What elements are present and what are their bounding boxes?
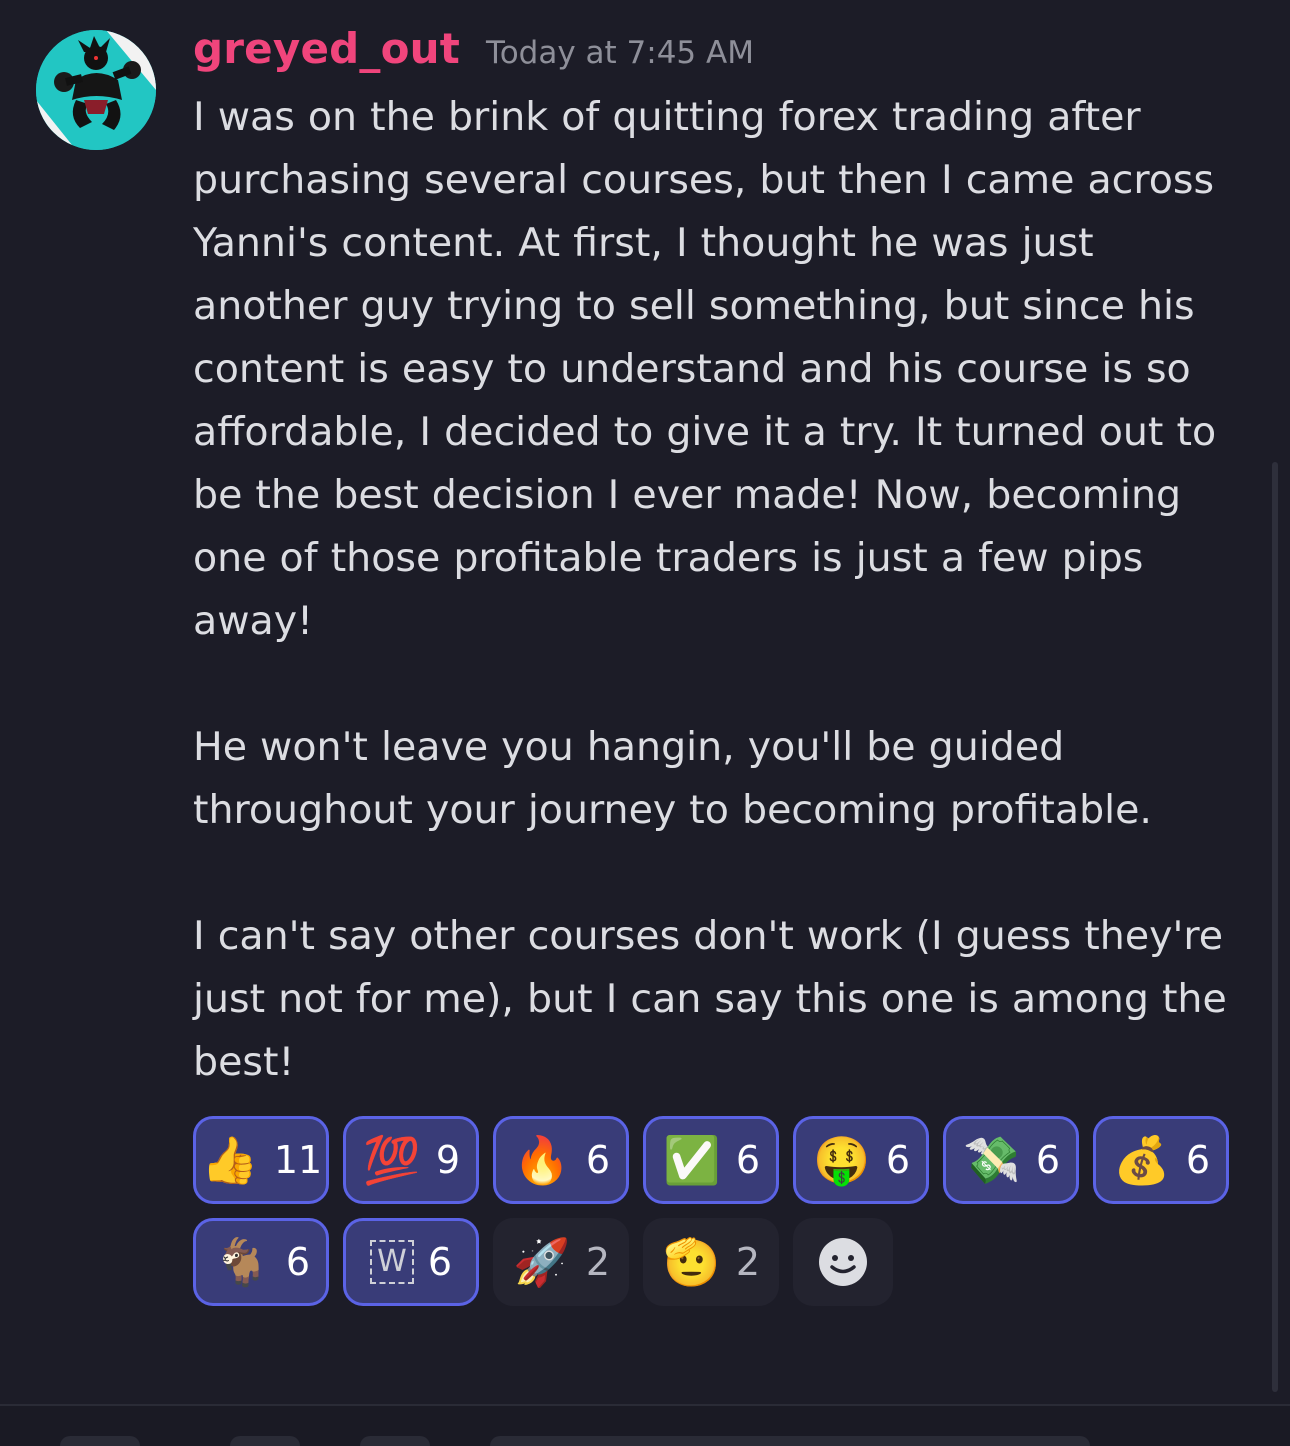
reaction-count: 6 [427, 1240, 453, 1284]
scrollbar[interactable] [1272, 462, 1278, 1392]
bottom-pill [230, 1436, 300, 1446]
message-paragraph-2: He won't leave you hangin, you'll be gui… [193, 724, 1152, 833]
money-mouth-face-icon: 🤑 [813, 1133, 871, 1187]
message-paragraph-1: I was on the brink of quitting forex tra… [193, 94, 1217, 644]
reaction-money-mouth-face[interactable]: 🤑 6 [793, 1116, 929, 1204]
reaction-money-with-wings[interactable]: 💸 6 [943, 1116, 1079, 1204]
message-input[interactable] [490, 1436, 1090, 1446]
bottom-bar [0, 1406, 1290, 1446]
reaction-count: 9 [435, 1138, 461, 1182]
reaction-count: 6 [285, 1240, 311, 1284]
reaction-thumbs-up[interactable]: 👍 11 [193, 1116, 329, 1204]
reaction-count: 6 [1035, 1138, 1061, 1182]
reaction-count: 6 [885, 1138, 911, 1182]
w-custom-emoji-icon: W [369, 1240, 414, 1284]
reactions-bar: 👍 11 💯 9 🔥 6 ✅ 6 🤑 6 💸 6 💰 6 🐐 6 W 6 🚀 2… [193, 1116, 1253, 1320]
reaction-saluting-face[interactable]: 🫡 2 [643, 1218, 779, 1306]
reaction-count: 2 [735, 1240, 761, 1284]
message-content: I was on the brink of quitting forex tra… [193, 86, 1253, 1094]
bottom-pill [60, 1436, 140, 1446]
saluting-face-icon: 🫡 [663, 1235, 721, 1289]
smiley-add-icon [819, 1238, 867, 1286]
reaction-count: 2 [585, 1240, 611, 1284]
money-with-wings-icon: 💸 [963, 1133, 1021, 1187]
reactions-row-2: 🐐 6 W 6 🚀 2 🫡 2 [193, 1218, 1253, 1306]
avatar-image [36, 30, 156, 150]
fire-icon: 🔥 [513, 1133, 571, 1187]
reaction-check-mark[interactable]: ✅ 6 [643, 1116, 779, 1204]
money-bag-icon: 💰 [1113, 1133, 1171, 1187]
message-paragraph-3: I can't say other courses don't work (I … [193, 913, 1227, 1085]
message: greyed_out Today at 7:45 AM I was on the… [193, 24, 1253, 1094]
reaction-count: 6 [585, 1138, 611, 1182]
reactions-row-1: 👍 11 💯 9 🔥 6 ✅ 6 🤑 6 💸 6 💰 6 [193, 1116, 1253, 1204]
reaction-w-custom[interactable]: W 6 [343, 1218, 479, 1306]
reaction-fire[interactable]: 🔥 6 [493, 1116, 629, 1204]
reaction-count: 6 [1185, 1138, 1211, 1182]
message-header: greyed_out Today at 7:45 AM [193, 24, 1253, 86]
reaction-count: 11 [273, 1138, 323, 1182]
reaction-hundred-points[interactable]: 💯 9 [343, 1116, 479, 1204]
thumbs-up-icon: 👍 [201, 1133, 259, 1187]
reaction-rocket[interactable]: 🚀 2 [493, 1218, 629, 1306]
timestamp: Today at 7:45 AM [486, 35, 754, 71]
reaction-money-bag[interactable]: 💰 6 [1093, 1116, 1229, 1204]
goat-icon: 🐐 [213, 1235, 271, 1289]
add-reaction-button[interactable] [793, 1218, 893, 1306]
avatar[interactable] [36, 30, 156, 150]
check-mark-icon: ✅ [663, 1133, 721, 1187]
username[interactable]: greyed_out [193, 24, 460, 73]
chat-view: greyed_out Today at 7:45 AM I was on the… [0, 0, 1290, 1446]
bottom-pill [360, 1436, 430, 1446]
reaction-goat[interactable]: 🐐 6 [193, 1218, 329, 1306]
hundred-points-icon: 💯 [363, 1133, 421, 1187]
rocket-icon: 🚀 [513, 1235, 571, 1289]
reaction-count: 6 [735, 1138, 761, 1182]
